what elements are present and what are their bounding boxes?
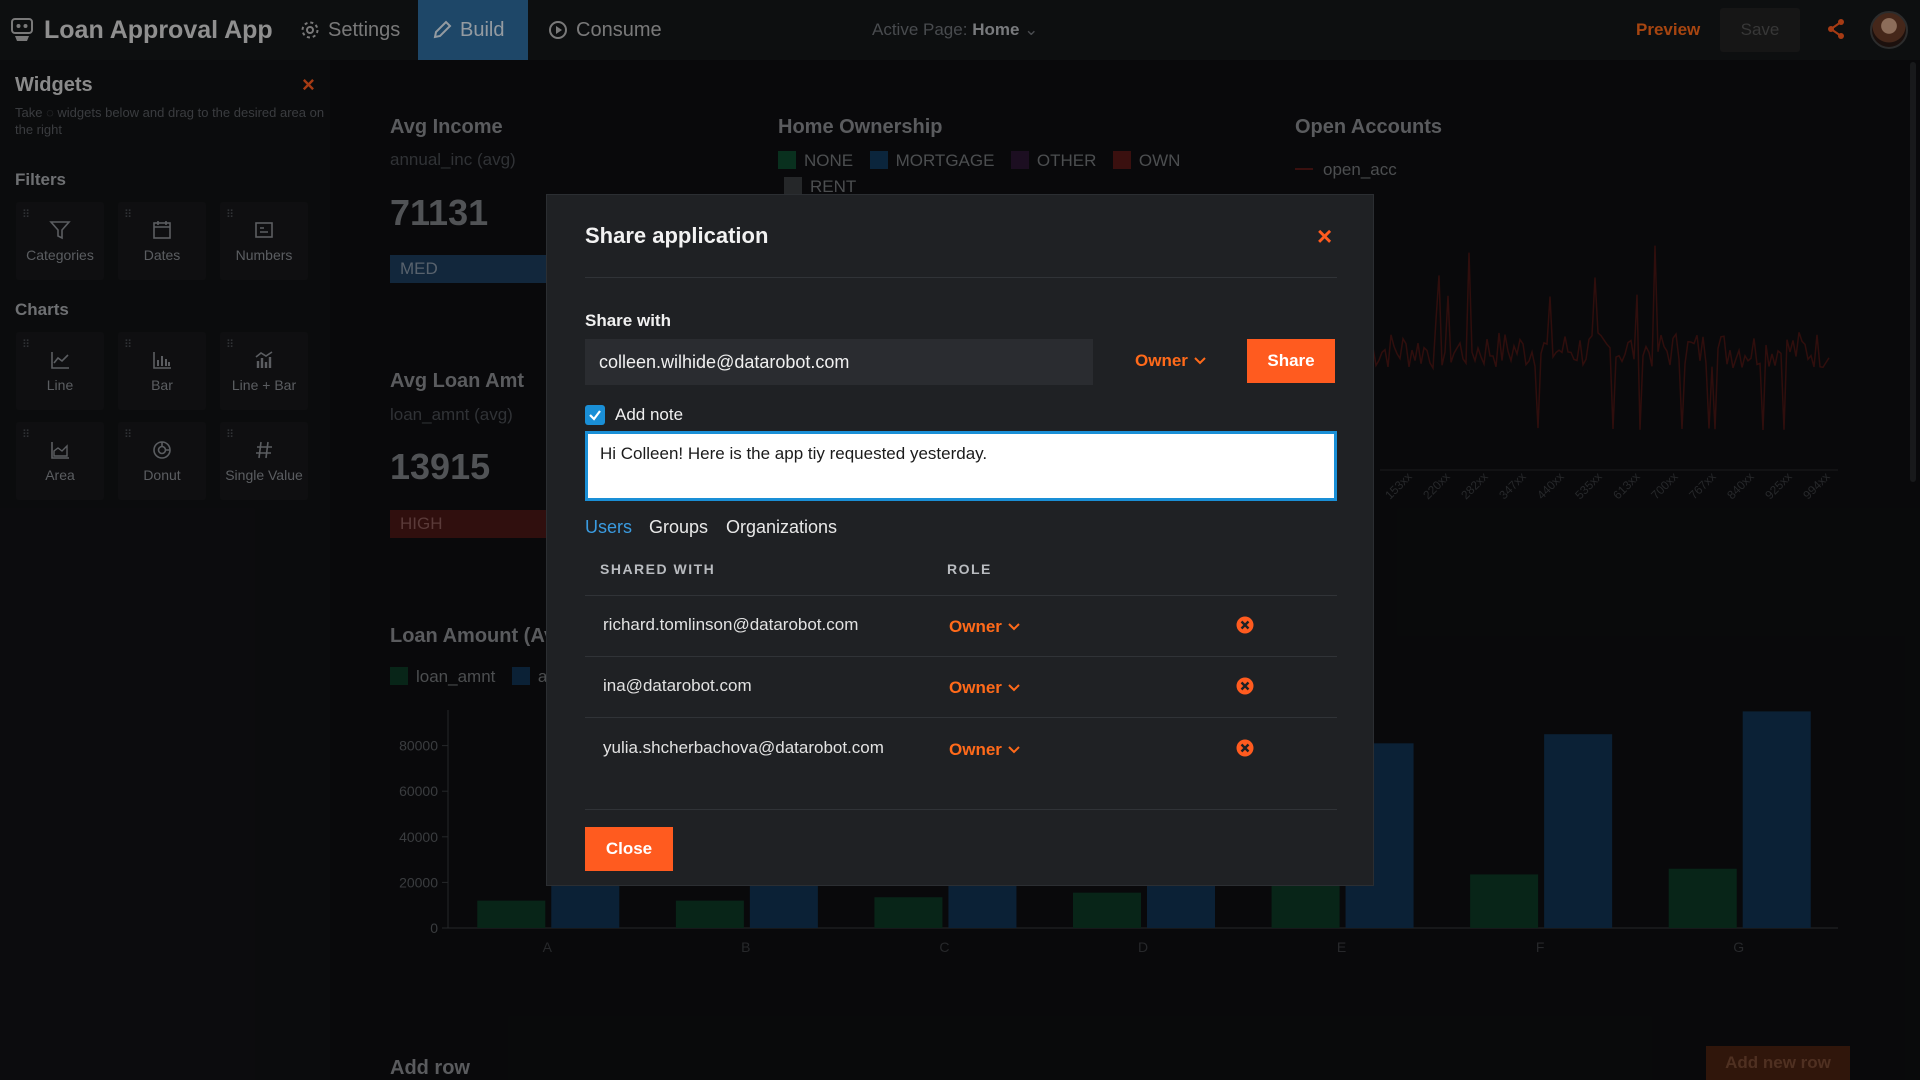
divider [585, 277, 1337, 278]
chevron-down-icon [1008, 684, 1020, 692]
chevron-down-icon [1008, 746, 1020, 754]
share-application-modal: Share application × Share with Owner Sha… [546, 194, 1374, 886]
row-role-dropdown[interactable]: Owner [949, 678, 1020, 698]
divider [585, 656, 1337, 657]
chevron-down-icon [1194, 357, 1206, 365]
check-icon [589, 410, 601, 421]
tab-organizations[interactable]: Organizations [726, 517, 837, 538]
close-button[interactable]: Close [585, 827, 673, 871]
row-role-value: Owner [949, 740, 1002, 759]
row-role-dropdown[interactable]: Owner [949, 740, 1020, 760]
divider [585, 809, 1337, 810]
share-button[interactable]: Share [1247, 339, 1335, 383]
note-textarea[interactable]: Hi Colleen! Here is the app tiy requeste… [585, 431, 1337, 501]
column-header-shared-with: SHARED WITH [600, 561, 716, 577]
divider [585, 595, 1337, 596]
share-email-input[interactable] [585, 339, 1093, 385]
row-role-value: Owner [949, 678, 1002, 697]
tab-groups[interactable]: Groups [649, 517, 708, 538]
add-note-label[interactable]: Add note [615, 405, 683, 425]
remove-icon[interactable] [1235, 615, 1255, 635]
tab-users[interactable]: Users [585, 517, 632, 538]
role-dropdown[interactable]: Owner [1135, 351, 1206, 371]
close-icon[interactable]: × [1317, 221, 1332, 252]
row-role-value: Owner [949, 617, 1002, 636]
row-role-dropdown[interactable]: Owner [949, 617, 1020, 637]
share-with-label: Share with [585, 311, 671, 330]
divider [585, 717, 1337, 718]
modal-title: Share application [585, 223, 769, 248]
row-email: ina@datarobot.com [603, 676, 752, 695]
add-note-checkbox[interactable] [585, 405, 605, 425]
chevron-down-icon [1008, 623, 1020, 631]
remove-icon[interactable] [1235, 676, 1255, 696]
row-email: richard.tomlinson@datarobot.com [603, 615, 859, 634]
role-dropdown-value: Owner [1135, 351, 1188, 370]
remove-icon[interactable] [1235, 738, 1255, 758]
row-email: yulia.shcherbachova@datarobot.com [603, 738, 884, 757]
column-header-role: ROLE [947, 561, 992, 577]
